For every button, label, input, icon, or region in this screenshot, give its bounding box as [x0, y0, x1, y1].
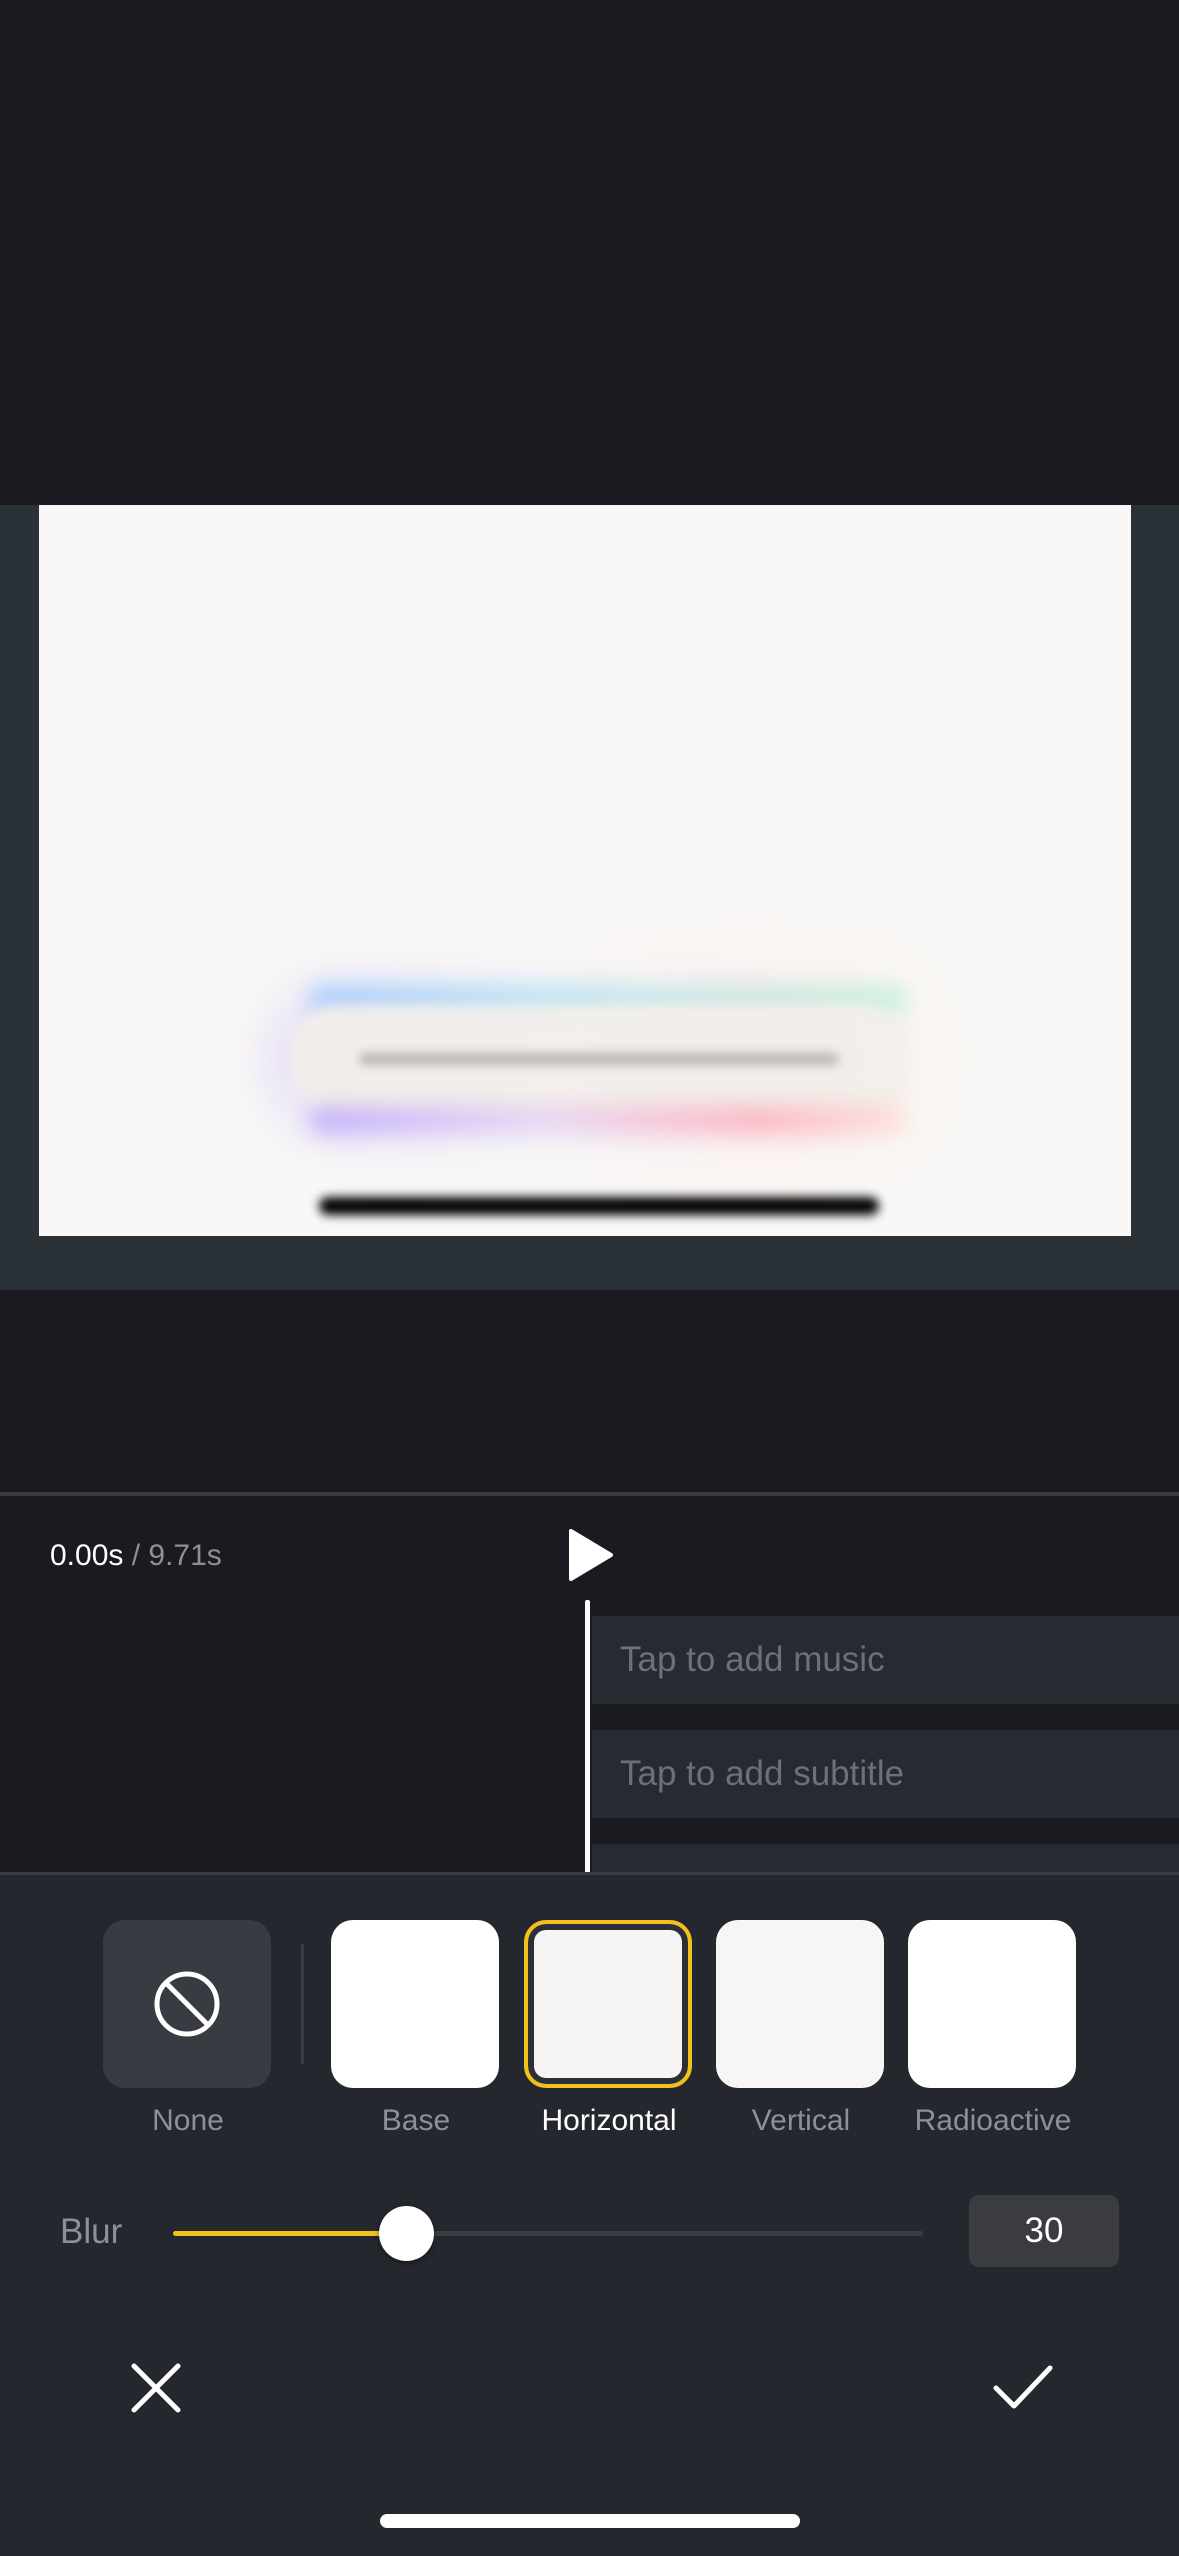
blur-label: Blur	[60, 2212, 123, 2251]
effect-picker: None Base Horizontal Vertical Radioactiv…	[0, 1920, 1179, 2150]
current-time: 0.00s	[50, 1539, 124, 1572]
effect-horizontal[interactable]: Horizontal	[524, 1920, 694, 2140]
play-icon	[569, 1529, 613, 1581]
add-subtitle-track[interactable]: Tap to add subtitle	[592, 1730, 1179, 1818]
effect-thumb-radioactive	[908, 1920, 1076, 2088]
close-icon	[131, 2363, 181, 2413]
confirm-button[interactable]	[990, 2360, 1055, 2416]
cancel-button[interactable]	[126, 2358, 186, 2418]
effect-thumb-horizontal	[524, 1920, 692, 2088]
effect-radioactive[interactable]: Radioactive	[908, 1920, 1078, 2140]
effect-label: None	[152, 2104, 224, 2137]
panel-divider	[0, 1872, 1179, 1875]
add-subtitle-label: Tap to add subtitle	[620, 1754, 905, 1793]
blur-slider[interactable]	[173, 2206, 923, 2261]
play-button[interactable]	[565, 1527, 615, 1583]
effect-base[interactable]: Base	[331, 1920, 501, 2140]
effect-thumb-base	[331, 1920, 499, 2088]
effect-label: Horizontal	[541, 2104, 677, 2137]
effect-label: Base	[381, 2104, 451, 2137]
prohibit-icon	[154, 1971, 220, 2037]
blur-value-field[interactable]: 30	[969, 2195, 1119, 2267]
blurred-glow-bottom	[309, 1105, 909, 1135]
effect-thumb-vertical	[716, 1920, 884, 2088]
blur-slider-thumb[interactable]	[378, 2206, 434, 2261]
add-music-label: Tap to add music	[620, 1640, 885, 1679]
checkmark-icon	[993, 2365, 1053, 2409]
effect-label: Radioactive	[914, 2104, 1072, 2137]
total-time: 9.71s	[148, 1539, 222, 1572]
extra-track[interactable]	[592, 1844, 1179, 1874]
blurred-line	[359, 1053, 839, 1065]
video-preview[interactable]	[39, 505, 1131, 1236]
effect-thumb-none	[103, 1920, 271, 2088]
time-readout: 0.00s / 9.71s	[50, 1535, 222, 1577]
effect-separator	[301, 1944, 304, 2064]
playhead[interactable]	[585, 1600, 590, 1875]
effect-none[interactable]: None	[103, 1920, 273, 2140]
blur-slider-fill	[173, 2231, 406, 2236]
blur-control: Blur 30	[0, 2195, 1179, 2270]
effect-label: Vertical	[751, 2104, 851, 2137]
video-editor-screen: 0.00s / 9.71s Tap to add music Tap to ad…	[0, 0, 1179, 2556]
timeline-divider	[0, 1492, 1179, 1496]
effect-vertical[interactable]: Vertical	[716, 1920, 886, 2140]
add-music-track[interactable]: Tap to add music	[592, 1616, 1179, 1704]
home-indicator[interactable]	[380, 2514, 800, 2528]
time-separator: /	[123, 1539, 149, 1572]
blurred-shadow	[319, 1197, 879, 1215]
